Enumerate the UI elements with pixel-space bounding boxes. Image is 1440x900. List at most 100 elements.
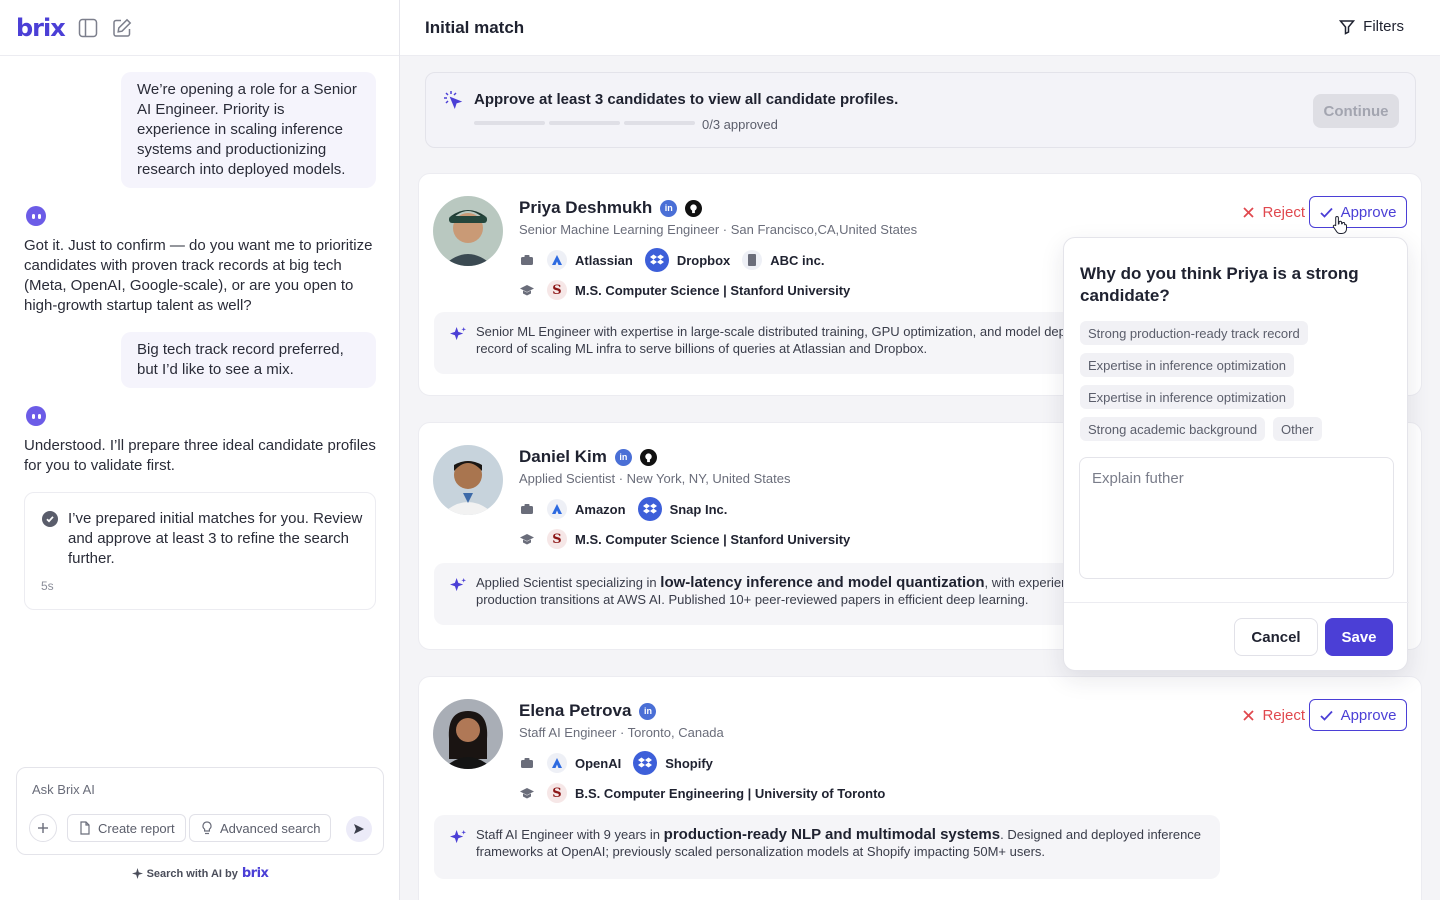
- candidate-subtitle: Senior Machine Learning Engineer · San F…: [519, 222, 918, 237]
- reject-button[interactable]: Reject: [1243, 707, 1305, 724]
- status-message: I’ve prepared initial matches for you. R…: [68, 510, 363, 567]
- sparkle-icon: [450, 577, 467, 592]
- candidate-avatar: [433, 445, 503, 515]
- linkedin-icon[interactable]: in: [614, 448, 632, 466]
- briefcase-icon: [519, 501, 535, 517]
- github-icon[interactable]: [639, 448, 657, 466]
- amazon-logo-icon: [547, 499, 567, 519]
- advanced-search-button[interactable]: Advanced search: [189, 814, 332, 842]
- status-card: I’ve prepared initial matches for you. R…: [24, 492, 376, 610]
- linkedin-icon[interactable]: in: [639, 702, 657, 720]
- check-icon: [1319, 207, 1333, 218]
- sidebar-header: brix: [0, 0, 399, 56]
- main-header: Initial match Filters: [400, 0, 1440, 56]
- candidate-name: Elena Petrova: [519, 701, 632, 720]
- shopify-logo-icon: [633, 751, 658, 775]
- bot-avatar-icon: [26, 206, 46, 226]
- company-name: Amazon: [575, 501, 626, 517]
- approval-reason-popover: Why do you think Priya is a strong candi…: [1063, 237, 1409, 671]
- document-icon: [80, 821, 90, 835]
- sparkle-icon: [131, 868, 143, 879]
- company-name: Dropbox: [676, 252, 731, 268]
- approval-banner: Approve at least 3 candidates to view al…: [425, 72, 1416, 148]
- save-button[interactable]: Save: [1325, 618, 1393, 656]
- reject-button[interactable]: Reject: [1243, 204, 1305, 221]
- sparkle-icon: [450, 326, 467, 341]
- briefcase-icon: [519, 252, 535, 268]
- bot-message: Got it. Just to confirm — do you want me…: [24, 237, 373, 314]
- candidate-name-row: Elena Petrova in: [519, 701, 657, 721]
- stanford-logo-icon: S: [547, 529, 567, 549]
- banner-title: Approve at least 3 candidates to view al…: [474, 91, 899, 108]
- explain-further-field[interactable]: [1079, 457, 1394, 579]
- candidate-card: Elena Petrova in Staff AI Engineer · Tor…: [418, 676, 1422, 900]
- reject-label: Reject: [1262, 204, 1305, 221]
- continue-button[interactable]: Continue: [1313, 94, 1399, 128]
- close-icon: [1243, 710, 1255, 721]
- add-attachment-button[interactable]: [29, 814, 57, 842]
- approve-button[interactable]: Approve: [1309, 699, 1407, 731]
- education-text: B.S. Computer Engineering | University o…: [575, 785, 886, 801]
- reason-chip[interactable]: Strong production-ready track record: [1080, 321, 1308, 345]
- company-name: OpenAI: [575, 755, 622, 771]
- popover-title: Why do you think Priya is a strong candi…: [1080, 264, 1359, 305]
- atlassian-logo-icon: [547, 250, 567, 270]
- chat-input[interactable]: [32, 782, 362, 797]
- sidebar-toggle-icon[interactable]: [77, 17, 99, 39]
- approve-label: Approve: [1340, 203, 1397, 221]
- candidate-subtitle: Applied Scientist · New York, NY, United…: [519, 471, 791, 486]
- work-history-row: Atlassian Dropbox ABC inc.: [519, 248, 836, 272]
- filter-icon: [1339, 19, 1356, 35]
- close-icon: [1243, 207, 1255, 218]
- powered-by: Search with AI by brix: [0, 866, 400, 881]
- check-icon: [1319, 710, 1333, 721]
- work-history-row: OpenAI Shopify: [519, 751, 725, 775]
- reason-chip[interactable]: Expertise in inference optimization: [1080, 353, 1294, 377]
- reject-label: Reject: [1262, 707, 1305, 724]
- approval-progress-text: 0/3 approved: [702, 117, 778, 132]
- send-button[interactable]: [346, 816, 372, 842]
- linkedin-icon[interactable]: in: [660, 199, 678, 217]
- powered-by-text: Search with AI by: [146, 867, 238, 880]
- new-chat-icon[interactable]: [111, 17, 133, 39]
- send-icon: [354, 824, 364, 834]
- candidate-subtitle: Staff AI Engineer · Toronto, Canada: [519, 725, 724, 740]
- create-report-button[interactable]: Create report: [67, 814, 186, 842]
- education-text: M.S. Computer Science | Stanford Univers…: [575, 531, 851, 547]
- work-history-row: Amazon Snap Inc.: [519, 497, 739, 521]
- openai-logo-icon: [547, 753, 567, 773]
- user-message: We’re opening a role for a Senior AI Eng…: [121, 72, 376, 188]
- education-row: S M.S. Computer Science | Stanford Unive…: [519, 280, 850, 300]
- approve-button[interactable]: Approve: [1309, 196, 1407, 228]
- page-title: Initial match: [425, 18, 525, 37]
- filters-button[interactable]: Filters: [1339, 18, 1404, 35]
- filters-label: Filters: [1363, 18, 1404, 35]
- dropbox-logo-icon: [644, 248, 669, 272]
- reason-chip[interactable]: Other: [1273, 417, 1322, 441]
- company-name: Snap Inc.: [669, 501, 728, 517]
- company-name: ABC inc.: [770, 252, 825, 268]
- education-text: M.S. Computer Science | Stanford Univers…: [575, 282, 851, 298]
- bot-avatar-icon: [26, 406, 46, 426]
- candidate-summary: Staff AI Engineer with 9 years in produc…: [434, 815, 1220, 879]
- brix-logo: brix: [16, 13, 66, 42]
- snap-logo-icon: [637, 497, 662, 521]
- reason-chip[interactable]: Strong academic background: [1080, 417, 1266, 441]
- candidate-name: Daniel Kim: [519, 447, 607, 466]
- graduation-cap-icon: [519, 531, 535, 547]
- lightbulb-icon: [202, 821, 212, 835]
- github-icon[interactable]: [685, 199, 703, 217]
- chat-sidebar: brix We’re opening a role for a Senior A…: [0, 0, 400, 900]
- cancel-button[interactable]: Cancel: [1234, 618, 1318, 656]
- graduation-cap-icon: [519, 282, 535, 298]
- candidate-avatar: [433, 196, 503, 266]
- user-message: Big tech track record preferred, but I’d…: [121, 332, 376, 388]
- candidate-name-row: Daniel Kim in: [519, 447, 657, 467]
- building-icon: [742, 250, 763, 270]
- stanford-logo-icon: S: [547, 280, 567, 300]
- reason-chip[interactable]: Expertise in inference optimization: [1080, 385, 1294, 409]
- approval-progress-bar: [474, 121, 695, 125]
- briefcase-icon: [519, 755, 535, 771]
- click-cursor-icon: [444, 91, 463, 109]
- education-row: S B.S. Computer Engineering | University…: [519, 783, 885, 803]
